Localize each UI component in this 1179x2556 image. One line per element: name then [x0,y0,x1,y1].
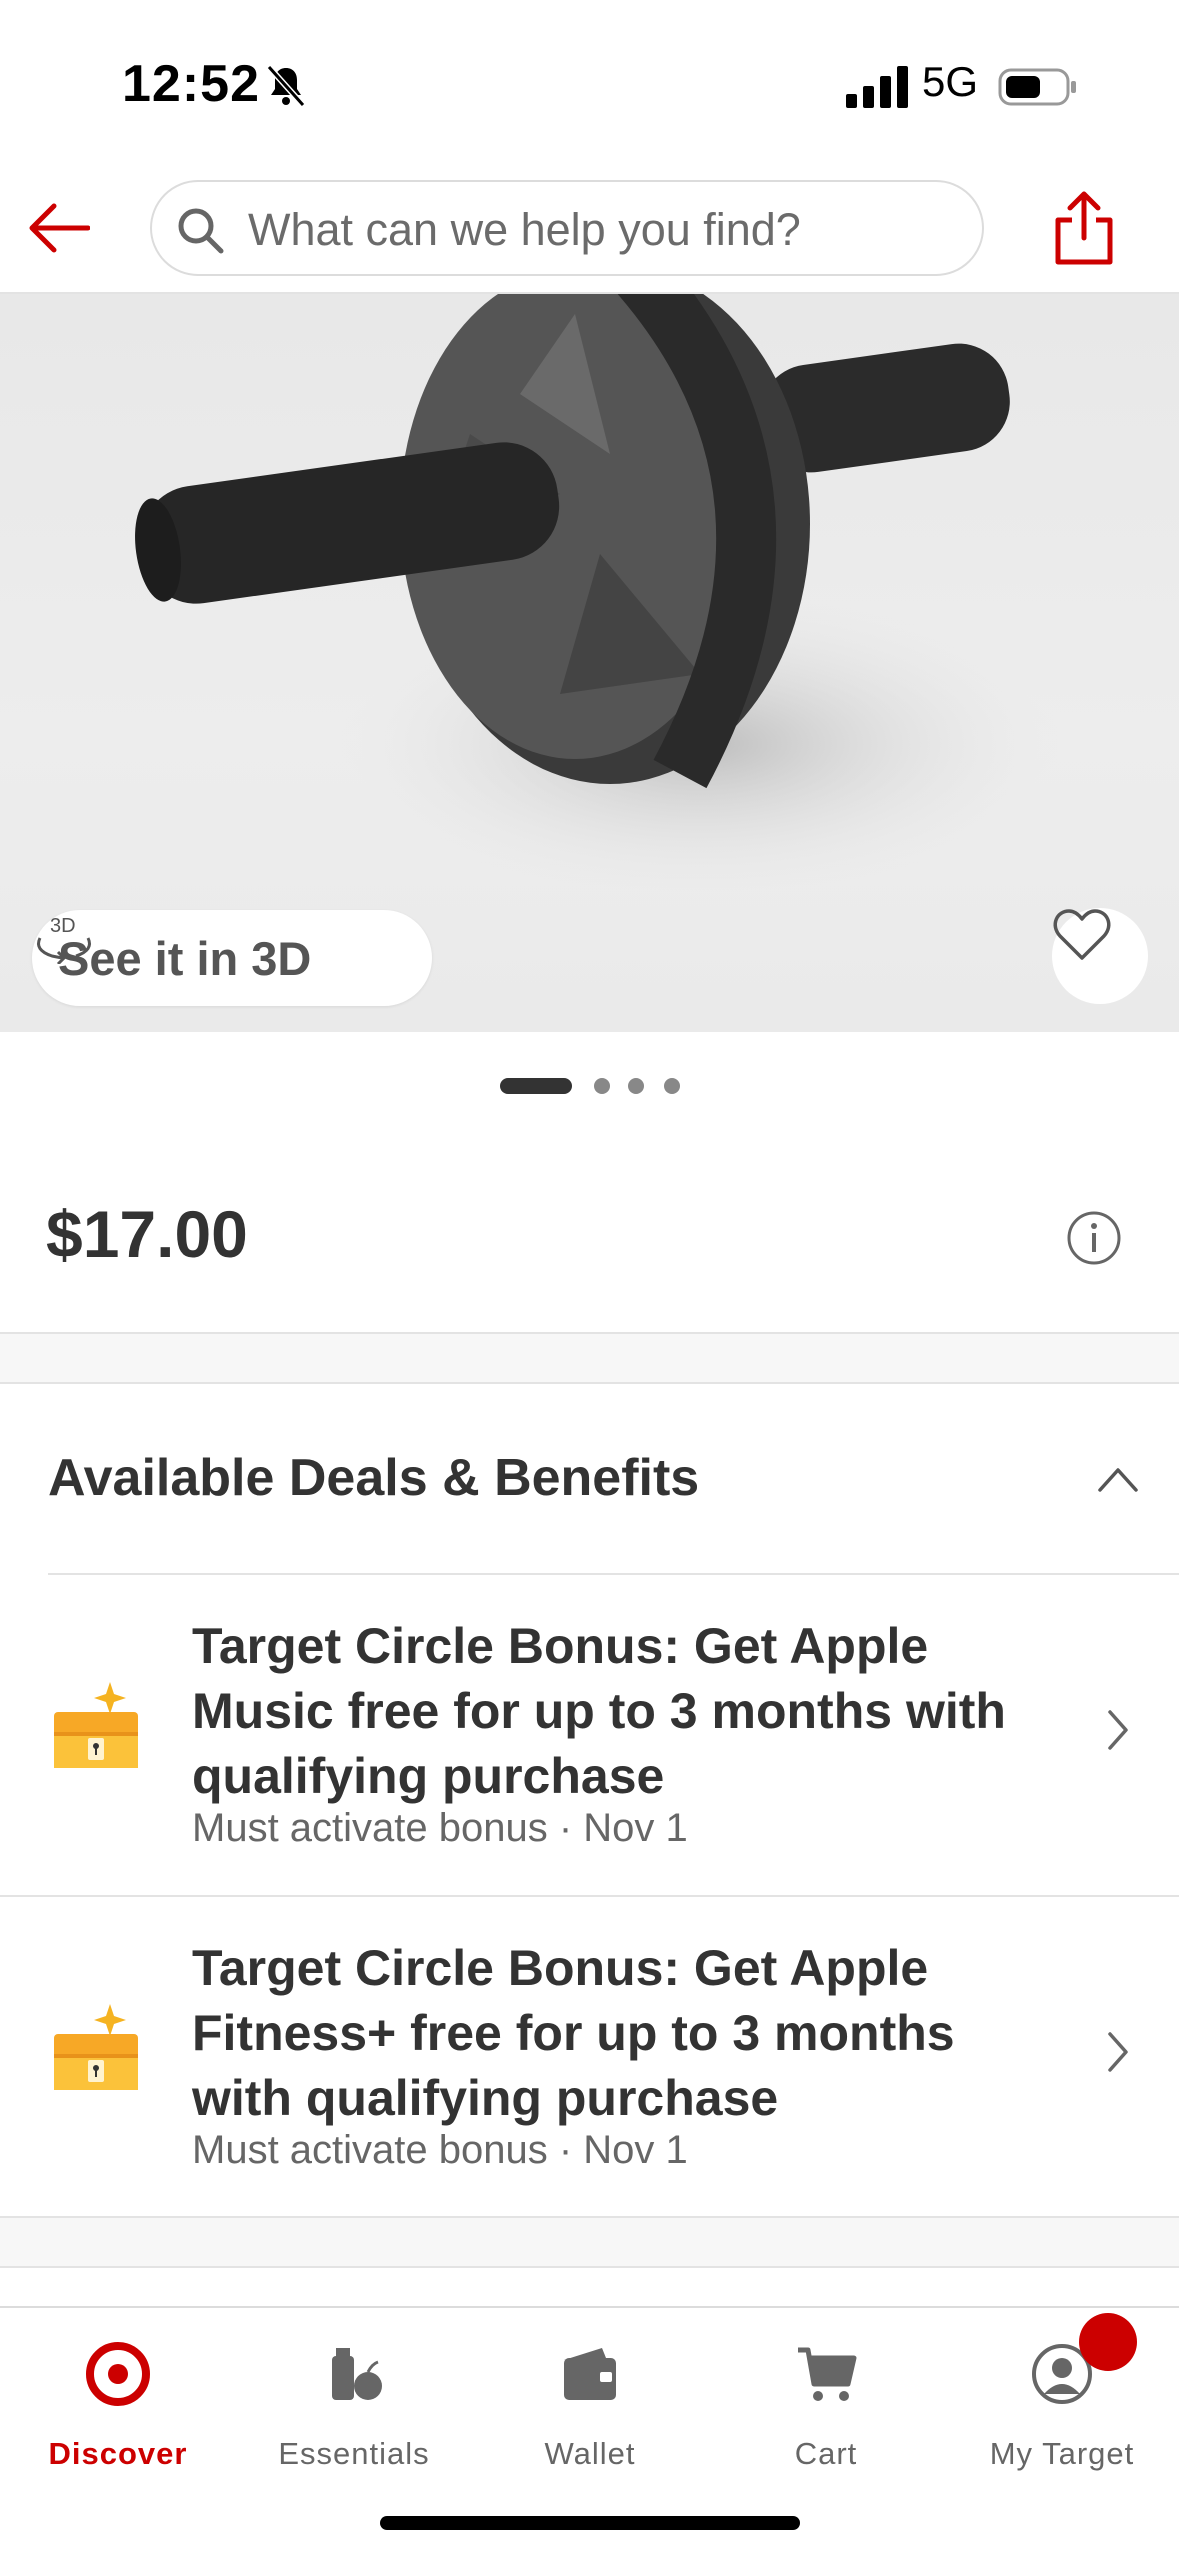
heart-icon [1053,909,1111,960]
cart-icon [798,2347,857,2401]
3d-rotate-icon: 3D [37,915,91,964]
search-input[interactable]: What can we help you find? [150,180,984,276]
nav-label: Essentials [278,2436,430,2471]
carousel-dots [0,1074,1179,1098]
treasure-chest-icon [54,2004,138,2090]
chevron-right-icon [1108,2032,1128,2072]
info-icon[interactable] [1066,1210,1122,1266]
see-in-3d-label: See it in 3D [58,931,312,985]
nav-label: My Target [989,2436,1135,2471]
svg-text:3D: 3D [50,915,76,937]
notification-badge [1079,2313,1137,2371]
carousel-dot-active[interactable] [500,1078,572,1094]
network-label: 5G [922,58,979,105]
treasure-chest-icon [54,1682,138,1768]
deal-subtitle: Must activate bonus · Nov 1 [192,1806,688,1850]
price: $17.00 [46,1197,248,1271]
wallet-icon [564,2348,616,2400]
home-indicator[interactable] [380,2516,800,2530]
header: What can we help you find? [0,170,1179,294]
nav-label: Discover [48,2436,188,2471]
carousel-dot[interactable] [664,1078,680,1094]
chevron-right-icon [1108,1710,1128,1750]
nav-label: Cart [794,2436,858,2471]
product-image[interactable]: 3D See it in 3D [0,294,1179,1032]
nav-discover[interactable]: Discover [0,2332,236,2472]
section-separator [0,2216,1179,2268]
nav-my-target[interactable]: My Target [944,2332,1179,2472]
carousel-dot[interactable] [628,1078,644,1094]
see-in-3d-button[interactable]: 3D See it in 3D [32,910,432,1006]
chevron-up-icon[interactable] [1094,1460,1142,1496]
back-button[interactable] [22,192,94,264]
deal-title: Target Circle Bonus: Get Apple Music fre… [192,1618,1006,1804]
status-bar: 12:52 5G [0,0,1179,170]
share-icon[interactable] [1048,188,1120,268]
nav-cart[interactable]: Cart [708,2332,944,2472]
deal-subtitle: Must activate bonus · Nov 1 [192,2128,688,2172]
essentials-icon [332,2348,382,2400]
deal-title: Target Circle Bonus: Get Apple Fitness+ … [192,1940,955,2126]
deals-section-title[interactable]: Available Deals & Benefits [48,1448,699,1508]
target-bullseye-icon [86,2342,150,2406]
deal-item[interactable]: Target Circle Bonus: Get Apple Fitness+ … [0,1896,1179,2218]
bell-slash-icon [266,64,306,108]
nav-label: Wallet [544,2436,636,2471]
signal-bars-icon [846,66,908,108]
deal-item[interactable]: Target Circle Bonus: Get Apple Music fre… [0,1574,1179,1896]
status-time: 12:52 [122,55,260,113]
section-separator [0,1332,1179,1384]
favorite-button[interactable] [1052,908,1148,1004]
battery-icon [998,68,1076,106]
search-placeholder: What can we help you find? [248,204,801,255]
search-icon [178,208,224,254]
arrow-left-icon [29,203,90,253]
carousel-dot[interactable] [594,1078,610,1094]
nav-wallet[interactable]: Wallet [472,2332,708,2472]
nav-essentials[interactable]: Essentials [236,2332,472,2472]
